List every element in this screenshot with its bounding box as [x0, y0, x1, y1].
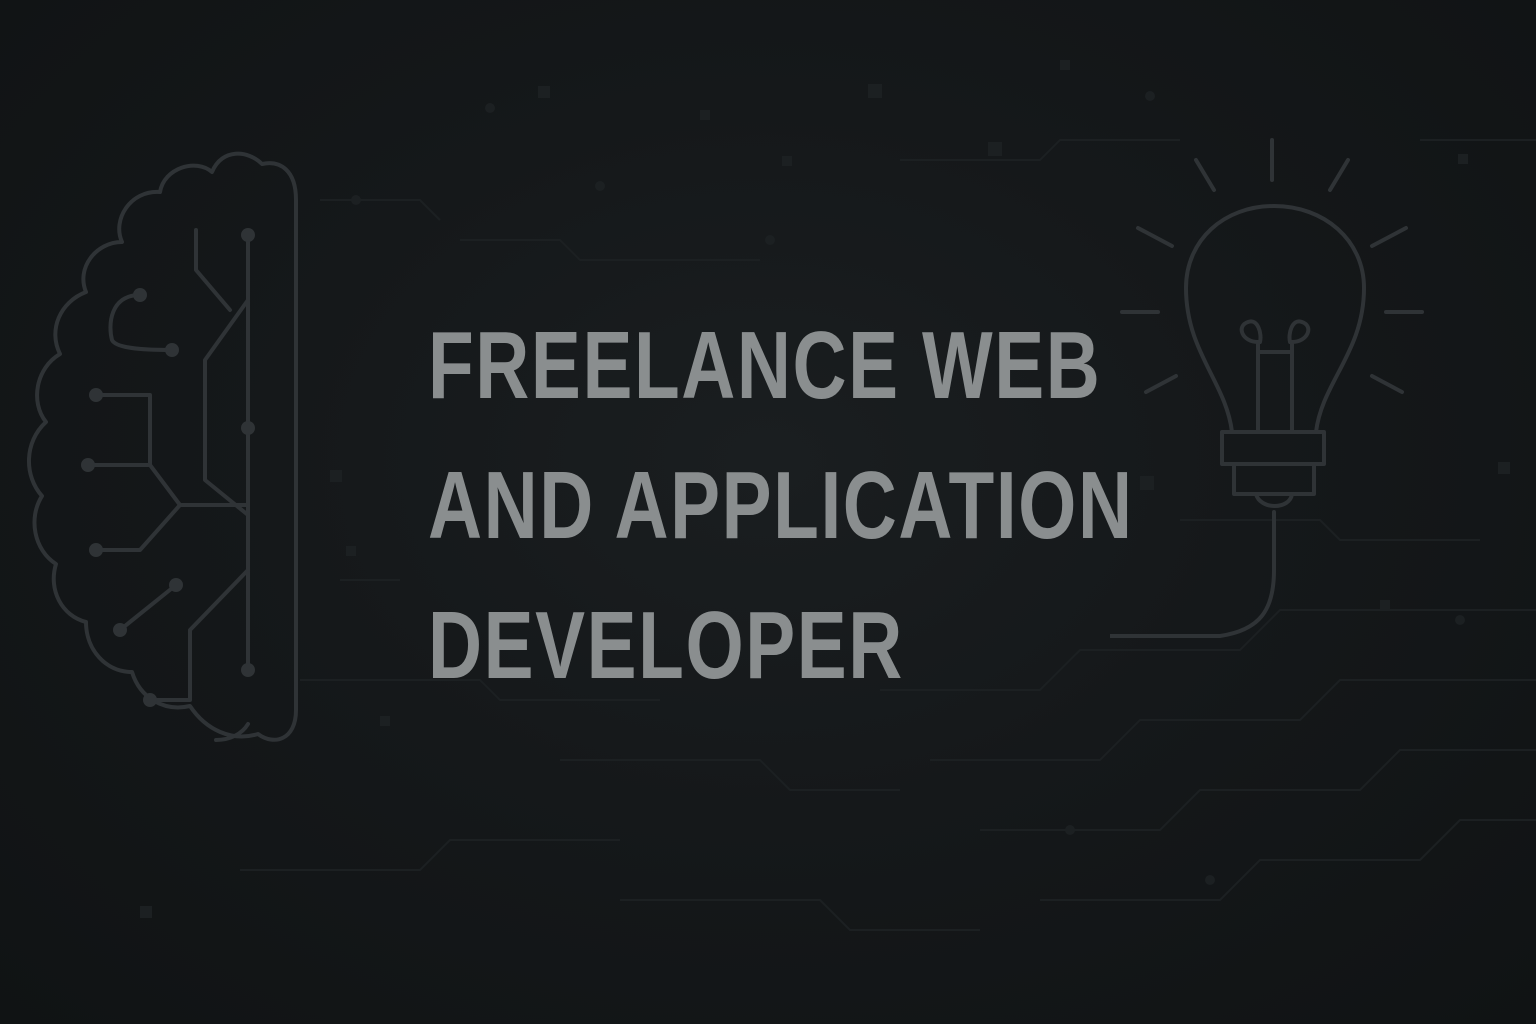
bulb-base — [1220, 430, 1326, 508]
bulb-glass — [1184, 204, 1366, 434]
headline-line-3: DEVELOPER — [428, 592, 904, 699]
light-rays — [1120, 138, 1424, 394]
bulb-wire — [1110, 510, 1276, 638]
bulb-filament — [1239, 319, 1311, 434]
lightbulb-icon — [1110, 138, 1424, 638]
page-headline: FREELANCE WEB AND APPLICATION DEVELOPER — [428, 296, 1134, 716]
brain-outline — [27, 151, 298, 742]
headline-line-1: FREELANCE WEB — [428, 312, 1102, 419]
headline-line-2: AND APPLICATION — [428, 452, 1134, 559]
brain-circuit-icon — [27, 151, 298, 742]
